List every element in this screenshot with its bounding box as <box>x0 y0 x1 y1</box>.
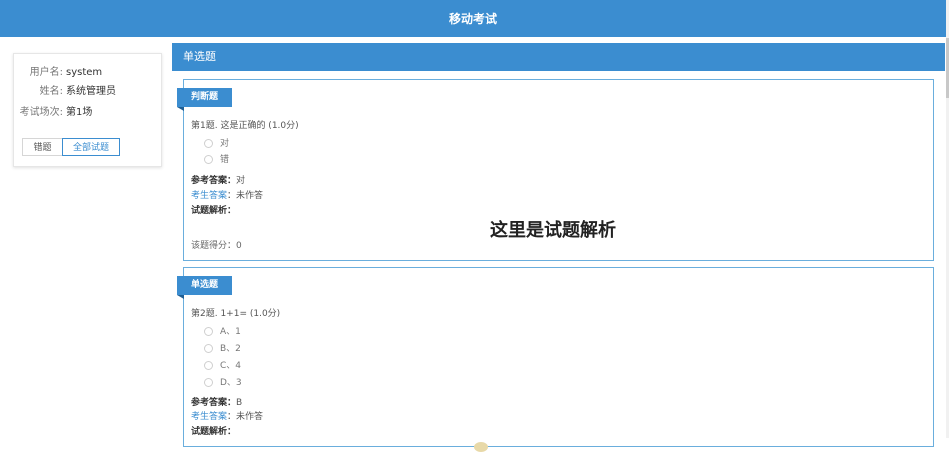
option-b[interactable]: B、2 <box>204 343 241 355</box>
question-score: 该题得分：0 <box>191 241 242 251</box>
reference-answer-label: 参考答案： <box>191 176 237 186</box>
analysis-content: 这里是试题解析 <box>490 220 616 241</box>
student-answer-value: ：未作答 <box>227 412 264 422</box>
question-card-2: 单选题 第2题. 1+1= (1.0分) A、1 B、2 C、4 D、3 参考答… <box>177 267 934 452</box>
option-label: A、1 <box>220 327 241 337</box>
option-label: 对 <box>220 139 230 149</box>
analysis-label: 试题解析： <box>191 427 237 437</box>
username-row: 用户名: system <box>14 66 161 80</box>
name-label: 姓名: <box>39 86 63 97</box>
question-type-tag: 判断题 <box>177 88 233 111</box>
question-title: 第1题. 这是正确的 (1.0分) <box>191 121 299 131</box>
user-info-card: 用户名: system 姓名: 系统管理员 考试场次: 第1场 错题 全部试题 <box>13 53 162 167</box>
student-answer-label: 考生答案 <box>191 191 228 201</box>
reference-answer-value: 对 <box>236 176 246 186</box>
username-label: 用户名: <box>29 67 63 78</box>
session-value: 第1场 <box>66 107 93 118</box>
question-card-1: 判断题 第1题. 这是正确的 (1.0分) 对 错 参考答案：对 考生答案：未作… <box>177 79 934 261</box>
app-title: 移动考试 <box>448 12 497 26</box>
analysis-label-line: 试题解析： <box>191 424 236 437</box>
option-label: D、3 <box>220 378 242 388</box>
option-label: B、2 <box>220 344 241 354</box>
name-row: 姓名: 系统管理员 <box>14 85 161 99</box>
student-answer: 考生答案：未作答 <box>191 409 263 422</box>
student-answer-label: 考生答案 <box>191 412 228 422</box>
option-true[interactable]: 对 <box>204 138 229 150</box>
option-a[interactable]: A、1 <box>204 326 241 338</box>
option-false[interactable]: 错 <box>204 154 229 166</box>
partial-image <box>474 442 488 452</box>
radio-icon[interactable] <box>204 327 213 336</box>
radio-icon[interactable] <box>204 155 213 164</box>
analysis-label-line: 试题解析： <box>191 203 236 216</box>
radio-icon[interactable] <box>204 139 213 148</box>
option-label: 错 <box>220 155 230 165</box>
reference-answer-label: 参考答案： <box>191 398 237 408</box>
analysis-label: 试题解析： <box>191 206 237 216</box>
all-questions-button[interactable]: 全部试题 <box>62 138 120 156</box>
radio-icon[interactable] <box>204 344 213 353</box>
name-value: 系统管理员 <box>66 86 116 97</box>
option-c[interactable]: C、4 <box>204 360 241 372</box>
student-answer-value: ：未作答 <box>227 191 264 201</box>
reference-answer: 参考答案：B <box>191 395 242 408</box>
student-answer: 考生答案：未作答 <box>191 188 263 201</box>
session-label: 考试场次: <box>19 107 63 118</box>
session-row: 考试场次: 第1场 <box>14 106 161 120</box>
app-title-bar: 移动考试 <box>0 0 946 37</box>
option-label: C、4 <box>220 361 242 371</box>
username-value: system <box>66 67 103 78</box>
radio-icon[interactable] <box>204 361 213 370</box>
section-header: 单选题 <box>172 43 945 71</box>
question-type-tag: 单选题 <box>177 276 233 299</box>
option-d[interactable]: D、3 <box>204 377 242 389</box>
wrong-questions-button[interactable]: 错题 <box>22 138 63 156</box>
reference-answer: 参考答案：对 <box>191 173 245 186</box>
reference-answer-value: B <box>236 398 243 408</box>
question-title: 第2题. 1+1= (1.0分) <box>191 309 281 319</box>
radio-icon[interactable] <box>204 378 213 387</box>
